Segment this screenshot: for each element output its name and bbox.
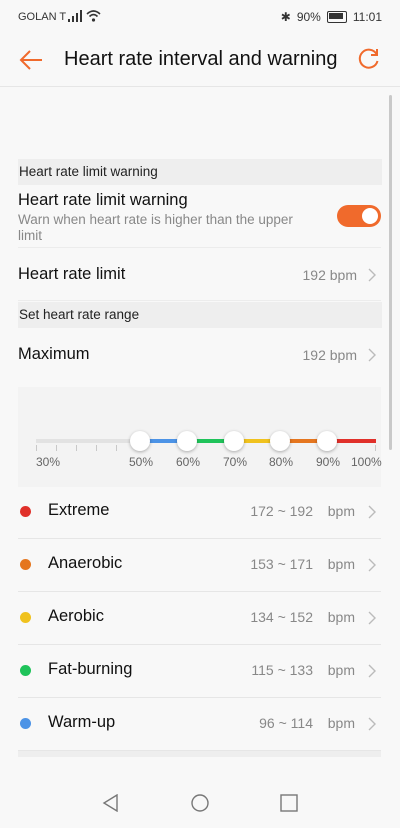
maximum-value: 192 bpm (302, 347, 357, 363)
zone-unit: bpm (327, 556, 355, 572)
chevron-right-icon (368, 268, 376, 282)
zone-color-dot (20, 559, 31, 570)
slider-thumb-80[interactable] (270, 431, 290, 451)
heart-rate-limit-value: 192 bpm (302, 267, 357, 283)
slider-tick (36, 445, 37, 451)
percent-label: 50% (129, 455, 154, 469)
zone-color-dot (20, 665, 31, 676)
list-bottom-shade (18, 751, 381, 757)
slider-thumb-70[interactable] (224, 431, 244, 451)
chevron-right-icon (368, 348, 376, 362)
zone-row-anaerobic[interactable]: Anaerobic 153 ~ 171 bpm (18, 538, 381, 592)
percent-label: 60% (176, 455, 201, 469)
signal-icon (68, 10, 82, 22)
slider-thumb-90[interactable] (317, 431, 337, 451)
heart-rate-limit-label: Heart rate limit (18, 265, 126, 283)
chevron-right-icon (368, 558, 376, 572)
status-bar: GOLAN T ✱ 90% 11:01 (0, 0, 400, 34)
maximum-label: Maximum (18, 345, 90, 363)
limit-warning-toggle[interactable] (337, 205, 381, 227)
track-segment-inactive (36, 439, 140, 443)
zone-range: 153 ~ 171 (250, 556, 313, 572)
limit-warning-description: Warn when heart rate is higher than the … (18, 212, 293, 243)
nav-back-icon[interactable] (101, 794, 121, 812)
zone-unit: bpm (327, 715, 355, 731)
limit-warning-toggle-row[interactable]: Heart rate limit warning Warn when heart… (18, 187, 381, 248)
percent-label: 90% (316, 455, 341, 469)
bluetooth-icon: ✱ (280, 10, 291, 24)
battery-icon (326, 11, 347, 23)
chevron-right-icon (368, 717, 376, 731)
slider-tick (116, 445, 117, 451)
zone-range: 172 ~ 192 (250, 503, 313, 519)
slider-tick (76, 445, 77, 451)
zone-name: Extreme (48, 501, 110, 519)
zone-color-dot (20, 718, 31, 729)
zone-row-fat-burning[interactable]: Fat-burning 115 ~ 133 bpm (18, 644, 381, 698)
system-nav-bar (0, 776, 400, 828)
chevron-right-icon (368, 505, 376, 519)
slider-thumb-60[interactable] (177, 431, 197, 451)
zone-range: 134 ~ 152 (250, 609, 313, 625)
status-time: 11:01 (352, 10, 382, 24)
zone-name: Aerobic (48, 607, 104, 625)
zone-row-aerobic[interactable]: Aerobic 134 ~ 152 bpm (18, 591, 381, 645)
maximum-row[interactable]: Maximum 192 bpm (18, 330, 381, 382)
slider-tick (56, 445, 57, 451)
slider-track (36, 431, 376, 451)
chevron-right-icon (368, 611, 376, 625)
page-title: Heart rate interval and warning (64, 48, 338, 70)
zone-name: Anaerobic (48, 554, 123, 572)
zone-color-dot (20, 506, 31, 517)
limit-warning-title: Heart rate limit warning (18, 191, 188, 209)
zone-unit: bpm (327, 609, 355, 625)
zone-row-warm-up[interactable]: Warm-up 96 ~ 114 bpm (18, 697, 381, 751)
chevron-right-icon (368, 664, 376, 678)
back-arrow-icon[interactable] (18, 48, 44, 72)
carrier-label: GOLAN T (18, 11, 67, 23)
heart-rate-range-slider[interactable]: 30% 50% 60% 70% 80% 90% 100% (18, 387, 382, 487)
zone-unit: bpm (327, 662, 355, 678)
app-bar: Heart rate interval and warning (0, 34, 400, 86)
zone-unit: bpm (327, 503, 355, 519)
zone-row-extreme[interactable]: Extreme 172 ~ 192 bpm (18, 485, 381, 539)
heart-rate-limit-row[interactable]: Heart rate limit 192 bpm (18, 248, 381, 301)
zone-name: Fat-burning (48, 660, 133, 678)
percent-label: 30% (36, 455, 61, 469)
nav-home-icon[interactable] (190, 794, 210, 812)
section-header-heart-rate-range: Set heart rate range (18, 302, 382, 328)
slider-tick (96, 445, 97, 451)
zone-name: Warm-up (48, 713, 116, 731)
settings-content: Heart rate limit warning Heart rate limi… (0, 87, 400, 757)
section-header-limit-warning: Heart rate limit warning (18, 159, 382, 185)
wifi-icon (86, 10, 101, 22)
percent-label: 80% (269, 455, 294, 469)
slider-tick (375, 445, 376, 451)
zone-range: 96 ~ 114 (259, 715, 313, 731)
nav-recents-icon[interactable] (279, 794, 299, 812)
battery-percent: 90% (296, 10, 321, 24)
refresh-icon[interactable] (356, 46, 382, 72)
zone-color-dot (20, 612, 31, 623)
percent-label: 100% (351, 455, 382, 469)
percent-label: 70% (223, 455, 248, 469)
zone-range: 115 ~ 133 (251, 662, 313, 678)
slider-thumb-50[interactable] (130, 431, 150, 451)
